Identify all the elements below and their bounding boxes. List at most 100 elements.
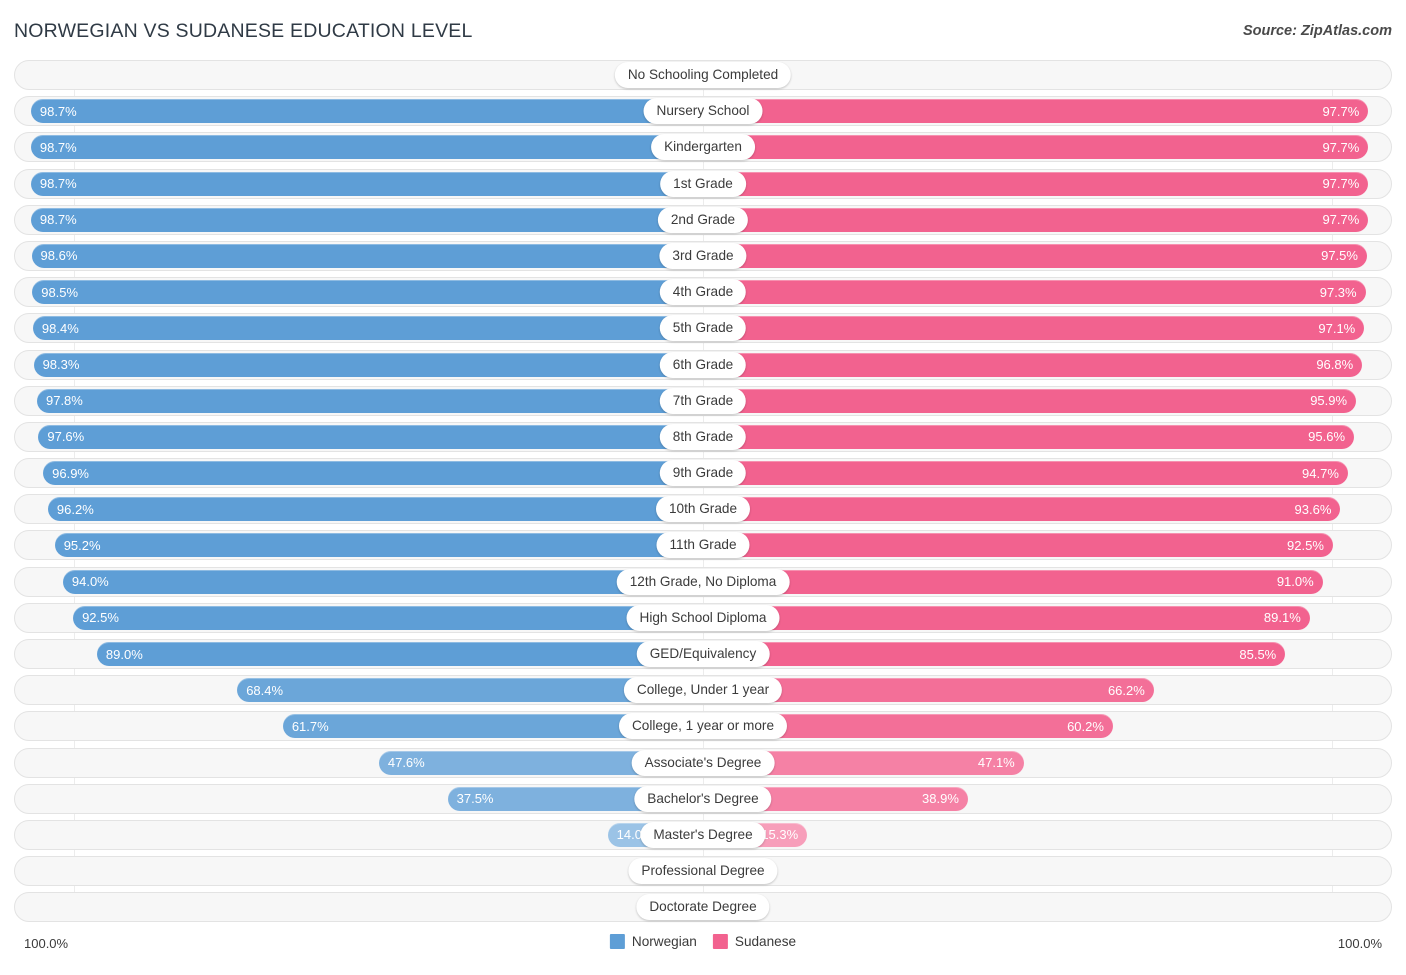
row-half-right: 92.5% — [703, 530, 1392, 560]
row-half-left: 98.7% — [14, 169, 703, 199]
chart-row[interactable]: 97.8% 95.9% 7th Grade — [14, 385, 1392, 416]
bar-sudanese[interactable]: 93.6% — [703, 497, 1341, 522]
chart-row[interactable]: 68.4% 66.2% College, Under 1 year — [14, 675, 1392, 706]
chart-row[interactable]: 98.4% 97.1% 5th Grade — [14, 313, 1392, 344]
row-half-left: 98.5% — [14, 277, 703, 307]
row-half-right: 2.1% — [703, 892, 1392, 922]
bar-sudanese[interactable]: 97.7% — [703, 171, 1369, 196]
bar-value-norwegian: 98.4% — [41, 320, 79, 336]
category-label: 9th Grade — [659, 460, 747, 487]
bar-value-norwegian: 98.7% — [39, 176, 77, 192]
category-label: Professional Degree — [628, 858, 778, 885]
category-label: 2nd Grade — [657, 206, 749, 233]
bar-sudanese[interactable]: 97.7% — [703, 135, 1369, 160]
bar-sudanese[interactable]: 97.5% — [703, 243, 1367, 268]
bar-sudanese[interactable]: 91.0% — [703, 569, 1323, 594]
bar-sudanese[interactable]: 97.1% — [703, 316, 1365, 341]
legend-item-norwegian[interactable]: Norwegian — [609, 933, 697, 949]
bar-norwegian[interactable]: 98.7% — [30, 207, 703, 232]
bar-norwegian[interactable]: 96.2% — [47, 497, 703, 522]
category-label: Bachelor's Degree — [634, 785, 772, 812]
bar-sudanese[interactable]: 96.8% — [703, 352, 1363, 377]
bar-sudanese[interactable]: 97.7% — [703, 207, 1369, 232]
category-label: 5th Grade — [659, 315, 747, 342]
chart-row[interactable]: 37.5% 38.9% Bachelor's Degree — [14, 783, 1392, 814]
chart-row[interactable]: 95.2% 92.5% 11th Grade — [14, 530, 1392, 561]
bar-norwegian[interactable]: 97.6% — [38, 424, 703, 449]
chart-row[interactable]: 98.7% 97.7% Nursery School — [14, 96, 1392, 127]
bar-value-sudanese: 89.1% — [1263, 610, 1301, 626]
bar-sudanese[interactable]: 94.7% — [703, 461, 1348, 486]
legend-label-sudanese: Sudanese — [734, 933, 797, 949]
category-label: 11th Grade — [656, 532, 750, 559]
bar-sudanese[interactable]: 95.6% — [703, 424, 1355, 449]
bar-norwegian[interactable]: 98.6% — [31, 243, 703, 268]
bar-sudanese[interactable]: 97.7% — [703, 99, 1369, 124]
row-half-right: 97.3% — [703, 277, 1392, 307]
row-half-right: 94.7% — [703, 458, 1392, 488]
chart-row[interactable]: 98.6% 97.5% 3rd Grade — [14, 240, 1392, 271]
bar-norwegian[interactable]: 98.7% — [30, 99, 703, 124]
bar-norwegian[interactable]: 92.5% — [73, 605, 703, 630]
row-half-left: 95.2% — [14, 530, 703, 560]
bar-sudanese[interactable]: 89.1% — [703, 605, 1310, 630]
bar-value-sudanese: 97.7% — [1322, 176, 1360, 192]
chart-row[interactable]: 98.3% 96.8% 6th Grade — [14, 349, 1392, 380]
bar-norwegian[interactable]: 94.0% — [62, 569, 703, 594]
chart-row[interactable]: 47.6% 47.1% Associate's Degree — [14, 747, 1392, 778]
bar-sudanese[interactable]: 85.5% — [703, 642, 1286, 666]
bar-norwegian[interactable]: 98.3% — [33, 352, 703, 377]
bar-sudanese[interactable]: 97.3% — [703, 280, 1366, 305]
row-half-left: 96.2% — [14, 494, 703, 524]
chart-row[interactable]: 61.7% 60.2% College, 1 year or more — [14, 711, 1392, 742]
chart-row[interactable]: 92.5% 89.1% High School Diploma — [14, 602, 1392, 633]
bar-sudanese[interactable]: 95.9% — [703, 388, 1357, 413]
chart-row[interactable]: 98.7% 97.7% 2nd Grade — [14, 204, 1392, 235]
row-half-right: 97.7% — [703, 169, 1392, 199]
row-half-left: 37.5% — [14, 784, 703, 814]
row-half-left: 98.7% — [14, 96, 703, 126]
chart-row[interactable]: 96.9% 94.7% 9th Grade — [14, 458, 1392, 489]
bar-norwegian[interactable]: 98.5% — [32, 280, 703, 305]
row-half-right: 91.0% — [703, 567, 1392, 597]
row-half-right: 95.9% — [703, 386, 1392, 416]
bar-norwegian[interactable]: 96.9% — [43, 461, 703, 486]
chart-row[interactable]: 98.7% 97.7% Kindergarten — [14, 132, 1392, 163]
category-label: College, Under 1 year — [623, 677, 783, 704]
row-half-right: 97.1% — [703, 313, 1392, 343]
chart-row[interactable]: 89.0% 85.5% GED/Equivalency — [14, 639, 1392, 669]
category-label: 8th Grade — [659, 423, 747, 450]
bar-value-norwegian: 96.2% — [56, 501, 94, 517]
bar-value-norwegian: 98.5% — [41, 284, 79, 300]
bar-value-sudanese: 15.3% — [761, 827, 799, 843]
bar-norwegian[interactable]: 98.7% — [30, 171, 703, 196]
bar-sudanese[interactable]: 92.5% — [703, 533, 1333, 558]
chart-row[interactable]: 97.6% 95.6% 8th Grade — [14, 421, 1392, 452]
chart-row[interactable]: 96.2% 93.6% 10th Grade — [14, 494, 1392, 525]
bar-value-sudanese: 92.5% — [1287, 537, 1324, 553]
bar-value-norwegian: 61.7% — [291, 718, 329, 734]
bar-norwegian[interactable]: 98.7% — [30, 135, 703, 160]
bar-norwegian[interactable]: 89.0% — [96, 642, 703, 666]
row-half-left: 14.0% — [14, 820, 703, 850]
chart-row[interactable]: 4.2%4.6%Professional Degree — [14, 856, 1392, 887]
bar-value-sudanese: 97.7% — [1322, 103, 1360, 119]
row-half-left: 97.6% — [14, 422, 703, 452]
category-label: 1st Grade — [660, 170, 746, 197]
bar-norwegian[interactable]: 98.4% — [32, 316, 703, 341]
row-half-right: 15.3% — [703, 820, 1392, 850]
chart-row[interactable]: 1.8%2.1%Doctorate Degree — [14, 892, 1392, 923]
row-half-left: 98.3% — [14, 350, 703, 380]
chart-row[interactable]: 94.0% 91.0% 12th Grade, No Diploma — [14, 566, 1392, 597]
chart-row[interactable]: 98.5% 97.3% 4th Grade — [14, 277, 1392, 308]
category-label: Kindergarten — [651, 134, 755, 161]
chart-row[interactable]: 1.3%2.3%No Schooling Completed — [14, 60, 1392, 90]
legend-item-sudanese[interactable]: Sudanese — [712, 933, 797, 949]
bar-norwegian[interactable]: 95.2% — [54, 533, 703, 558]
bar-value-norwegian: 98.6% — [40, 248, 78, 264]
chart-row[interactable]: 98.7% 97.7% 1st Grade — [14, 168, 1392, 199]
source-label: Source: ZipAtlas.com — [1242, 23, 1392, 39]
chart-header: NORWEGIAN VS SUDANESE EDUCATION LEVEL So… — [0, 0, 1406, 60]
chart-row[interactable]: 14.0% 15.3% Master's Degree — [14, 819, 1392, 850]
bar-norwegian[interactable]: 97.8% — [36, 388, 703, 413]
